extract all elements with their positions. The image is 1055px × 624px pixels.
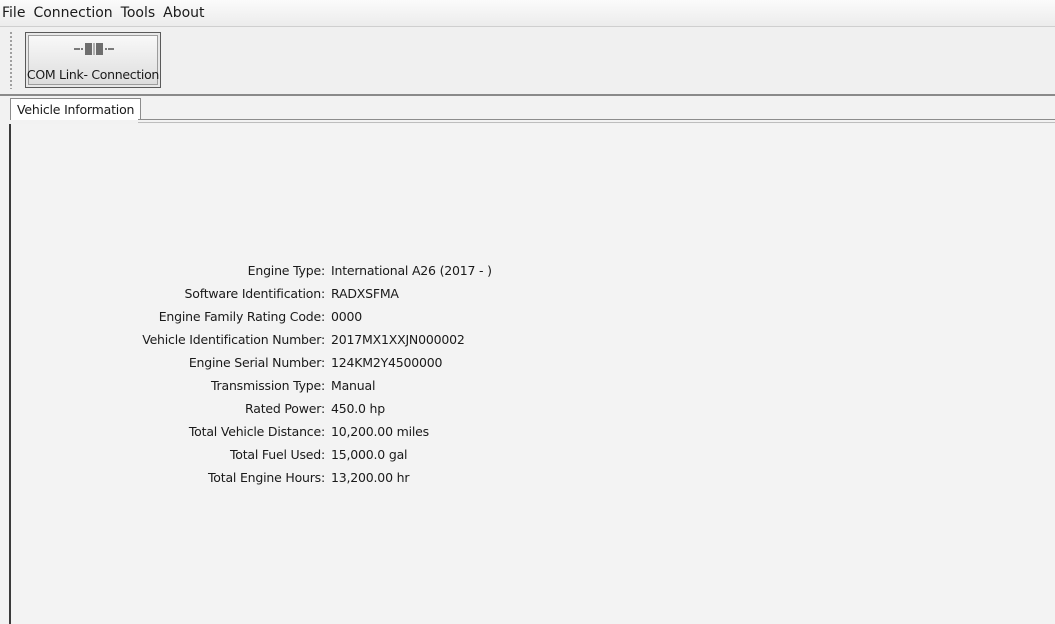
info-label: Engine Serial Number: <box>188 355 325 370</box>
info-value: 2017MX1XXJN000002 <box>331 332 465 347</box>
info-label: Vehicle Identification Number: <box>142 332 325 347</box>
info-row-total-fuel-used: Total Fuel Used: 15,000.0 gal <box>11 443 1055 466</box>
info-value: 15,000.0 gal <box>331 447 408 462</box>
info-row-rated-power: Rated Power: 450.0 hp <box>11 397 1055 420</box>
info-value: 13,200.00 hr <box>331 470 410 485</box>
info-label: Total Vehicle Distance: <box>188 424 325 439</box>
menu-file[interactable]: File <box>0 0 29 26</box>
com-link-connection-button[interactable]: COM Link- Connection <box>25 32 161 88</box>
app-window: File Connection Tools About COM Link- Co… <box>0 0 1055 624</box>
vehicle-information-panel: Engine Type: International A26 (2017 - )… <box>9 124 1055 624</box>
info-value: 450.0 hp <box>331 401 386 416</box>
info-label: Transmission Type: <box>210 378 325 393</box>
info-value: Manual <box>331 378 376 393</box>
info-row-total-vehicle-distance: Total Vehicle Distance: 10,200.00 miles <box>11 420 1055 443</box>
toolbar: COM Link- Connection <box>0 27 1055 96</box>
info-label: Engine Family Rating Code: <box>158 309 325 324</box>
info-label: Rated Power: <box>245 401 325 416</box>
menu-about[interactable]: About <box>159 0 208 26</box>
info-row-vin: Vehicle Identification Number: 2017MX1XX… <box>11 328 1055 351</box>
tab-vehicle-information[interactable]: Vehicle Information <box>10 98 142 120</box>
info-label: Total Engine Hours: <box>207 470 325 485</box>
info-value: RADXSFMA <box>331 286 399 301</box>
info-row-engine-serial-number: Engine Serial Number: 124KM2Y4500000 <box>11 351 1055 374</box>
toolbar-grip-handle[interactable] <box>9 31 14 89</box>
tab-strip: Vehicle Information <box>0 96 1055 120</box>
tab-divider-shadow <box>138 122 1055 123</box>
info-row-total-engine-hours: Total Engine Hours: 13,200.00 hr <box>11 466 1055 489</box>
info-value: International A26 (2017 - ) <box>331 263 492 278</box>
info-label: Software Identification: <box>184 286 326 301</box>
info-row-engine-family-rating-code: Engine Family Rating Code: 0000 <box>11 305 1055 328</box>
info-value: 124KM2Y4500000 <box>331 355 443 370</box>
menu-tools[interactable]: Tools <box>117 0 160 26</box>
tab-divider <box>138 119 1055 120</box>
menu-bar: File Connection Tools About <box>0 0 1055 27</box>
info-value: 0000 <box>331 309 363 324</box>
info-label: Total Fuel Used: <box>229 447 325 462</box>
info-value: 10,200.00 miles <box>331 424 429 439</box>
info-row-transmission-type: Transmission Type: Manual <box>11 374 1055 397</box>
com-link-connection-label: COM Link- Connection <box>26 67 160 82</box>
info-row-software-identification: Software Identification: RADXSFMA <box>11 282 1055 305</box>
info-label: Engine Type: <box>247 263 326 278</box>
vehicle-info-list: Engine Type: International A26 (2017 - )… <box>11 259 1055 489</box>
connector-plug-icon <box>74 43 114 55</box>
menu-connection[interactable]: Connection <box>29 0 116 26</box>
info-row-engine-type: Engine Type: International A26 (2017 - ) <box>11 259 1055 282</box>
